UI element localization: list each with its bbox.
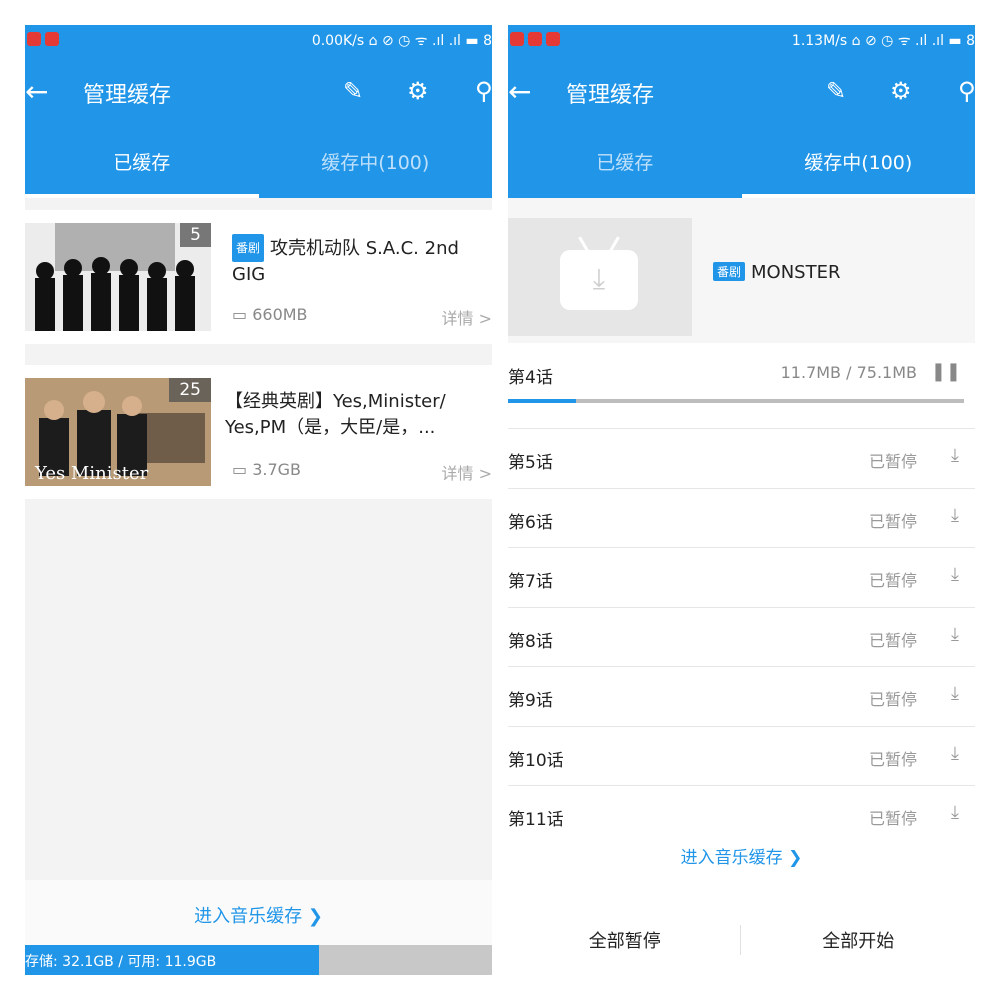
status-text: 0.00K/s ⌂ ⊘ ◷ ᯤ .ıl .ıl ▬ 8: [311, 33, 492, 49]
status-text: 1.13M/s ⌂ ⊘ ◷ ᯤ .ıl .ıl ▬ 8: [791, 33, 975, 49]
download-icon[interactable]: ⤓: [951, 802, 959, 823]
episode-row[interactable]: 第11话 已暂停 ⤓: [508, 785, 975, 845]
active-episode-row[interactable]: 第4话 11.7MB / 75.1MB ❚❚: [508, 343, 975, 428]
detail-link[interactable]: 详情 >: [442, 305, 493, 329]
music-cache-link[interactable]: 进入音乐缓存 ❯: [25, 902, 492, 928]
download-icon[interactable]: ⤓: [951, 624, 959, 645]
episode-name: 第6话: [508, 512, 553, 533]
episode-row[interactable]: 第10话 已暂停 ⤓: [508, 725, 975, 786]
item-title: 番剧 攻壳机动队 S.A.C. 2nd GIG: [232, 234, 492, 288]
episode-status: 已暂停: [868, 630, 917, 650]
download-icon[interactable]: ⤓: [951, 505, 959, 526]
episode-name: 第4话: [508, 368, 553, 388]
tab-cached[interactable]: 已缓存: [25, 148, 259, 175]
search-icon[interactable]: ⚲: [475, 77, 492, 105]
tv-icon: ⤓: [560, 250, 638, 310]
storage-text: 存储: 32.1GB / 可用: 11.9GB: [25, 954, 217, 970]
storage-bar: 存储: 32.1GB / 可用: 11.9GB: [25, 945, 492, 975]
app-bar: ← 管理缓存 ✎ ⚙ ⚲: [25, 55, 492, 130]
list-item[interactable]: 25 Yes Minister 【经典英剧】Yes,Minister/ Yes,…: [25, 365, 492, 499]
episode-status: 已暂停: [868, 511, 917, 531]
tab-bar: 已缓存 缓存中(100): [508, 130, 975, 198]
bottom-action-bar: 全部暂停 全部开始: [508, 905, 975, 975]
episode-name: 第5话: [508, 453, 553, 473]
thumbnail: 5: [25, 223, 211, 331]
music-cache-link[interactable]: 进入音乐缓存 ❯: [508, 843, 975, 868]
episode-size: 11.7MB / 75.1MB: [780, 363, 917, 382]
edit-icon[interactable]: ✎: [826, 77, 846, 105]
episode-row[interactable]: 第5话 已暂停 ⤓: [508, 428, 975, 488]
item-size: ▭ 3.7GB: [232, 460, 302, 479]
back-arrow-icon[interactable]: ←: [25, 75, 48, 108]
tab-indicator: [25, 194, 259, 198]
detail-link[interactable]: 详情 >: [442, 460, 493, 484]
episode-name: 第9话: [508, 691, 553, 711]
search-icon[interactable]: ⚲: [958, 77, 975, 105]
tab-cached[interactable]: 已缓存: [508, 148, 742, 175]
episode-row[interactable]: 第8话 已暂停 ⤓: [508, 606, 975, 667]
tab-bar: 已缓存 缓存中(100): [25, 130, 492, 198]
cached-screen: 0.00K/s ⌂ ⊘ ◷ ᯤ .ıl .ıl ▬ 8 ← 管理缓存 ✎ ⚙ ⚲…: [25, 25, 492, 975]
pause-all-button[interactable]: 全部暂停: [508, 927, 742, 953]
series-thumbnail: ⤓: [508, 218, 692, 336]
start-all-button[interactable]: 全部开始: [742, 927, 976, 953]
series-header[interactable]: ⤓ 番剧 MONSTER: [508, 198, 975, 343]
episode-name: 第11话: [508, 810, 564, 830]
episode-status: 已暂停: [868, 749, 917, 769]
caching-screen: 1.13M/s ⌂ ⊘ ◷ ᯤ .ıl .ıl ▬ 8 ← 管理缓存 ✎ ⚙ ⚲…: [508, 25, 975, 975]
tag-badge: 番剧: [713, 262, 746, 281]
episode-name: 第8话: [508, 631, 553, 652]
app-bar: ← 管理缓存 ✎ ⚙ ⚲: [508, 55, 975, 130]
gear-icon[interactable]: ⚙: [407, 77, 429, 105]
episode-row[interactable]: 第9话 已暂停 ⤓: [508, 666, 975, 726]
download-icon[interactable]: ⤓: [951, 743, 959, 764]
item-title: 【经典英剧】Yes,Minister/ Yes,PM（是，大臣/是，...: [225, 391, 446, 438]
episode-name: 第7话: [508, 572, 553, 592]
gear-icon[interactable]: ⚙: [890, 77, 912, 105]
pause-icon[interactable]: ❚❚: [931, 361, 961, 382]
episode-status: 已暂停: [868, 809, 917, 828]
episode-status: 已暂停: [868, 571, 917, 590]
download-icon[interactable]: ⤓: [951, 683, 959, 704]
tag-badge: 番剧: [232, 234, 265, 262]
episode-status: 已暂停: [868, 690, 917, 709]
series-title: 番剧 MONSTER: [713, 262, 840, 283]
episode-count-badge: 5: [180, 223, 211, 247]
back-arrow-icon[interactable]: ←: [508, 75, 531, 108]
status-bar: 0.00K/s ⌂ ⊘ ◷ ᯤ .ıl .ıl ▬ 8: [25, 25, 492, 55]
progress-fill: [508, 399, 577, 403]
tab-caching[interactable]: 缓存中(100): [259, 148, 493, 175]
download-icon[interactable]: ⤓: [951, 445, 959, 466]
thumbnail: 25 Yes Minister: [25, 378, 211, 486]
footer: 进入音乐缓存 ❯: [25, 880, 492, 945]
thumbnail-caption: Yes Minister: [35, 463, 149, 484]
episode-status: 已暂停: [868, 452, 917, 471]
status-bar: 1.13M/s ⌂ ⊘ ◷ ᯤ .ıl .ıl ▬ 8: [508, 25, 975, 55]
episode-count-badge: 25: [169, 378, 211, 402]
list-item[interactable]: 5 番剧 攻壳机动队 S.A.C. 2nd GIG ▭ 660MB 详情 >: [25, 210, 492, 344]
download-icon[interactable]: ⤓: [951, 564, 959, 585]
item-size: ▭ 660MB: [232, 305, 308, 324]
episode-row[interactable]: 第6话 已暂停 ⤓: [508, 487, 975, 548]
page-title: 管理缓存: [566, 83, 655, 108]
episode-row[interactable]: 第7话 已暂停 ⤓: [508, 547, 975, 607]
page-title: 管理缓存: [83, 83, 172, 108]
edit-icon[interactable]: ✎: [343, 77, 363, 105]
tab-caching[interactable]: 缓存中(100): [742, 148, 976, 175]
progress-bar: [508, 399, 964, 403]
episode-name: 第10话: [508, 750, 564, 771]
